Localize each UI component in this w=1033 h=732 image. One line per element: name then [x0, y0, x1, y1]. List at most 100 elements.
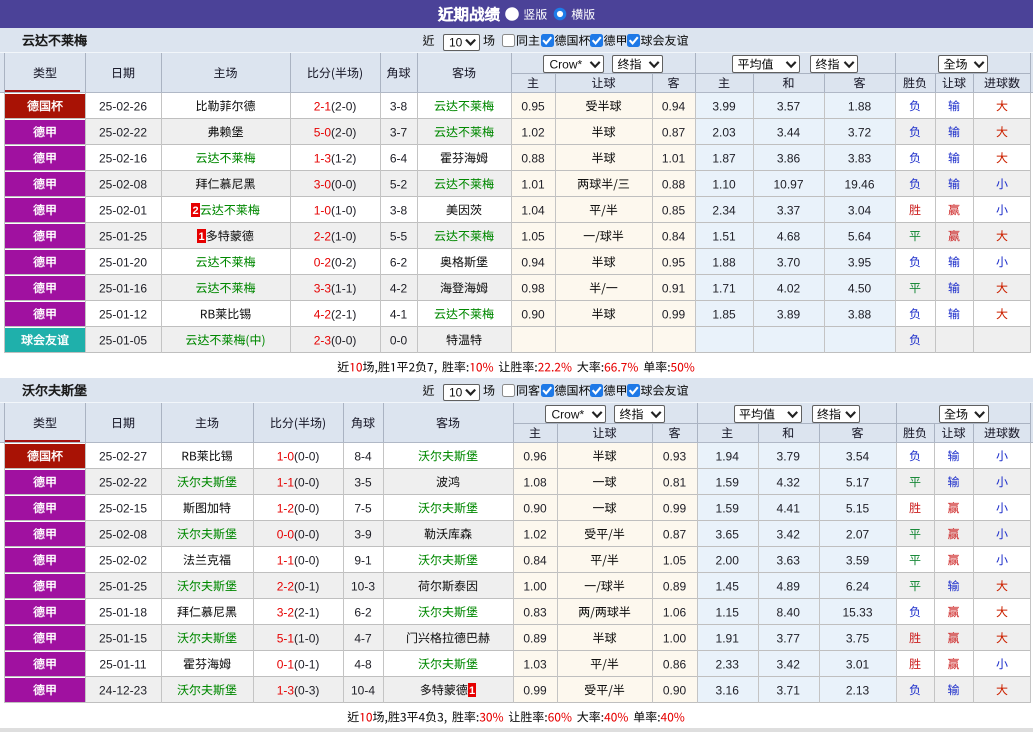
svg-text:1.91: 1.91 [716, 631, 740, 645]
svg-text:3.95: 3.95 [848, 255, 872, 269]
svg-text:1-1(0-0): 1-1(0-0) [277, 475, 320, 489]
svg-text:25-01-11: 25-01-11 [99, 657, 146, 671]
svg-text:3.59: 3.59 [846, 553, 870, 567]
svg-text:6.24: 6.24 [846, 579, 870, 593]
svg-text:6-4: 6-4 [390, 151, 408, 165]
svg-text:0.94: 0.94 [521, 255, 545, 269]
svg-text:9-1: 9-1 [354, 553, 372, 567]
svg-text:4.41: 4.41 [777, 501, 801, 515]
svg-text:1-0(0-0): 1-0(0-0) [277, 449, 320, 463]
svg-text:3.65: 3.65 [716, 527, 740, 541]
svg-text:0.84: 0.84 [523, 553, 547, 567]
svg-text:10: 10 [449, 385, 463, 399]
svg-text:1-3(0-3): 1-3(0-3) [277, 683, 320, 697]
svg-text:1.01: 1.01 [521, 177, 545, 191]
svg-text:10: 10 [449, 35, 463, 49]
svg-text:0-2(0-2): 0-2(0-2) [314, 255, 357, 269]
svg-text:0.85: 0.85 [662, 203, 686, 217]
svg-text:0.94: 0.94 [662, 99, 686, 113]
svg-text:1-0(1-0): 1-0(1-0) [314, 203, 357, 217]
svg-text:5-5: 5-5 [390, 229, 408, 243]
svg-text:6-2: 6-2 [354, 605, 372, 619]
svg-text:25-02-01: 25-02-01 [99, 203, 147, 217]
svg-text:3-3(1-1): 3-3(1-1) [314, 281, 357, 295]
svg-text:3.72: 3.72 [848, 125, 872, 139]
svg-text:15.33: 15.33 [842, 605, 872, 619]
svg-text:25-02-15: 25-02-15 [99, 501, 147, 515]
svg-text:1: 1 [469, 685, 475, 697]
svg-text:1.59: 1.59 [716, 475, 740, 489]
svg-text:10-3: 10-3 [351, 579, 375, 593]
svg-text:10-4: 10-4 [351, 683, 375, 697]
svg-text:0.87: 0.87 [663, 527, 687, 541]
svg-text:4-2: 4-2 [390, 281, 408, 295]
svg-text:1.71: 1.71 [712, 281, 736, 295]
svg-text:3.75: 3.75 [846, 631, 870, 645]
svg-text:0.83: 0.83 [523, 605, 547, 619]
svg-text:2.33: 2.33 [716, 657, 740, 671]
svg-text:3.63: 3.63 [777, 553, 801, 567]
svg-text:3.89: 3.89 [777, 307, 801, 321]
svg-text:3-7: 3-7 [390, 125, 408, 139]
svg-text:0.86: 0.86 [663, 657, 687, 671]
svg-text:1-2(0-0): 1-2(0-0) [277, 501, 320, 515]
svg-text:3-5: 3-5 [354, 475, 372, 489]
svg-text:25-01-12: 25-01-12 [99, 307, 147, 321]
svg-text:2-2(1-0): 2-2(1-0) [314, 229, 357, 243]
svg-text:25-02-22: 25-02-22 [99, 125, 147, 139]
svg-text:3.79: 3.79 [777, 449, 801, 463]
svg-text:1.85: 1.85 [712, 307, 736, 321]
svg-text:1.10: 1.10 [712, 177, 736, 191]
svg-text:3.88: 3.88 [848, 307, 872, 321]
svg-text:1.94: 1.94 [716, 449, 740, 463]
svg-text:0.84: 0.84 [662, 229, 686, 243]
svg-text:2.34: 2.34 [712, 203, 736, 217]
svg-text:1-1(0-0): 1-1(0-0) [277, 553, 320, 567]
svg-text:1.05: 1.05 [521, 229, 545, 243]
svg-text:5-0(2-0): 5-0(2-0) [314, 125, 357, 139]
svg-text:25-01-05: 25-01-05 [99, 333, 147, 347]
svg-text:2.13: 2.13 [846, 683, 870, 697]
svg-text:0.90: 0.90 [663, 683, 687, 697]
svg-text:0.98: 0.98 [521, 281, 545, 295]
svg-text:0.81: 0.81 [663, 475, 687, 489]
svg-text:0.90: 0.90 [521, 307, 545, 321]
svg-text:1.03: 1.03 [523, 657, 547, 671]
svg-text:5-2: 5-2 [390, 177, 408, 191]
svg-text:0.88: 0.88 [521, 151, 545, 165]
svg-text:0.91: 0.91 [662, 281, 686, 295]
svg-text:3-0(0-0): 3-0(0-0) [314, 177, 357, 191]
svg-text:1.87: 1.87 [712, 151, 736, 165]
svg-text:1.88: 1.88 [848, 99, 872, 113]
svg-text:2.00: 2.00 [716, 553, 740, 567]
svg-text:4.89: 4.89 [777, 579, 801, 593]
svg-text:19.46: 19.46 [844, 177, 874, 191]
svg-text:0.99: 0.99 [523, 683, 547, 697]
svg-text:25-02-27: 25-02-27 [99, 449, 147, 463]
svg-text:1.08: 1.08 [523, 475, 547, 489]
svg-text:6-2: 6-2 [390, 255, 408, 269]
svg-text:0.93: 0.93 [663, 449, 687, 463]
svg-text:Crow*: Crow* [552, 408, 585, 422]
svg-text:25-02-08: 25-02-08 [99, 527, 147, 541]
svg-text:5.64: 5.64 [848, 229, 872, 243]
svg-text:0.87: 0.87 [662, 125, 686, 139]
svg-text:4-8: 4-8 [354, 657, 372, 671]
svg-text:0-0(0-0): 0-0(0-0) [277, 527, 320, 541]
svg-text:3.57: 3.57 [777, 99, 801, 113]
svg-text:25-01-16: 25-01-16 [99, 281, 147, 295]
svg-text:1.01: 1.01 [662, 151, 686, 165]
svg-text:1.51: 1.51 [712, 229, 736, 243]
svg-text:3.16: 3.16 [716, 683, 740, 697]
svg-text:0.89: 0.89 [663, 579, 687, 593]
svg-text:3.70: 3.70 [777, 255, 801, 269]
svg-text:7-5: 7-5 [354, 501, 372, 515]
svg-text:1.04: 1.04 [521, 203, 545, 217]
svg-text:0.89: 0.89 [523, 631, 547, 645]
svg-text:1.59: 1.59 [716, 501, 740, 515]
svg-text:1.45: 1.45 [716, 579, 740, 593]
svg-text:4-2(2-1): 4-2(2-1) [314, 307, 357, 321]
svg-text:3.04: 3.04 [848, 203, 872, 217]
svg-text:25-02-22: 25-02-22 [99, 475, 147, 489]
svg-text:1.02: 1.02 [521, 125, 545, 139]
